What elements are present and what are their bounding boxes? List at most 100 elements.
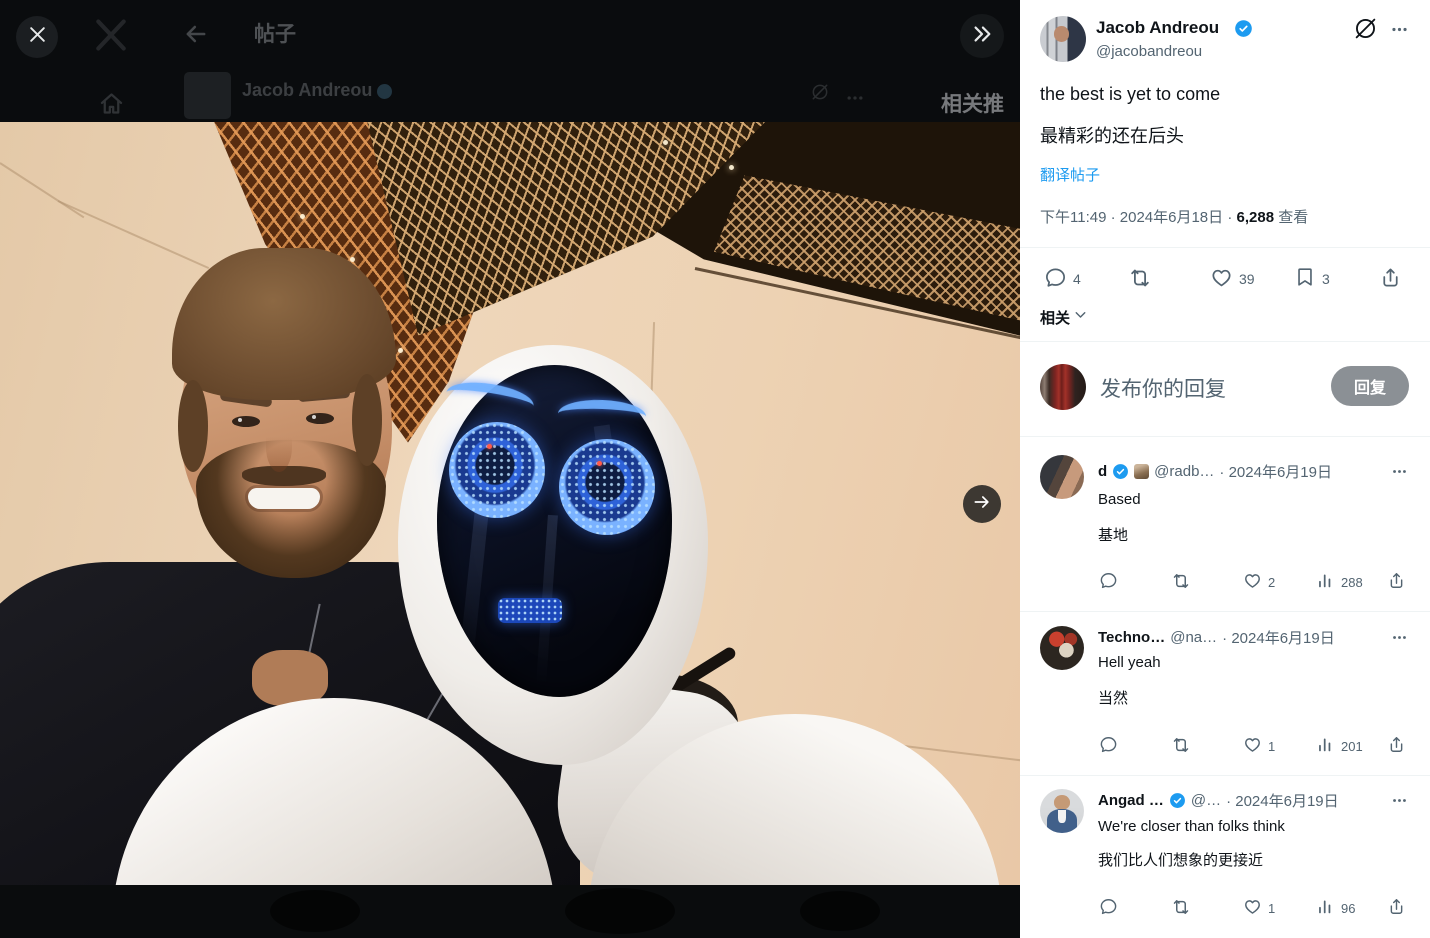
views-count: 6,288	[1236, 209, 1275, 226]
man-neck	[252, 650, 328, 706]
comment-text-en: Hell yeah	[1098, 654, 1161, 671]
comment-like-button[interactable]: 1	[1243, 897, 1275, 919]
comment-header: d @radb… · 2024年6月19日	[1098, 461, 1332, 482]
comment-views[interactable]: 96	[1316, 897, 1355, 919]
dim-more-icon	[845, 88, 865, 113]
comment-like-button[interactable]: 1	[1243, 735, 1275, 757]
page-title: 帖子	[254, 23, 296, 46]
comment-share-button[interactable]	[1387, 897, 1406, 919]
comment-like-count: 1	[1268, 738, 1276, 754]
reply-button[interactable]: 4	[1044, 266, 1081, 292]
dim-author-avatar	[184, 72, 231, 119]
comment-author-handle[interactable]: @…	[1191, 792, 1221, 809]
repost-button[interactable]	[1128, 266, 1152, 293]
comment-author-handle[interactable]: @na…	[1170, 629, 1217, 646]
share-icon	[1387, 897, 1406, 919]
comment-repost-button[interactable]	[1171, 735, 1191, 758]
reply-count: 4	[1073, 271, 1081, 287]
comment-share-button[interactable]	[1387, 571, 1406, 593]
comment-author-name[interactable]: Techno…	[1098, 629, 1165, 646]
like-count: 39	[1239, 271, 1255, 287]
comment-views[interactable]: 288	[1316, 571, 1363, 593]
translate-post-link[interactable]: 翻译帖子	[1040, 164, 1100, 185]
bookmark-button[interactable]: 3	[1294, 266, 1330, 291]
comment-views[interactable]: 201	[1316, 735, 1363, 757]
reply-input[interactable]: 发布你的回复	[1100, 373, 1226, 403]
comment-repost-button[interactable]	[1171, 571, 1191, 594]
bookmark-count: 3	[1322, 270, 1330, 287]
author-handle[interactable]: @jacobandreou	[1096, 43, 1202, 60]
wall-seam	[57, 200, 210, 270]
analytics-icon	[1316, 571, 1335, 593]
comment-text-en: We're closer than folks think	[1098, 818, 1285, 835]
like-button[interactable]: 39	[1210, 266, 1255, 292]
post-text-en: the best is yet to come	[1040, 84, 1221, 104]
dim-related-heading: 相关推	[941, 93, 1004, 116]
author-name[interactable]: Jacob Andreou	[1096, 18, 1219, 38]
heart-icon	[1243, 571, 1262, 593]
related-dropdown[interactable]: 相关	[1040, 306, 1089, 328]
comment-view-count: 288	[1341, 574, 1363, 590]
man-beard	[196, 440, 386, 578]
analytics-icon	[1316, 735, 1335, 757]
related-label: 相关	[1040, 309, 1071, 327]
lightbox-left-pane: 帖子 Jacob Andreou 相关推	[0, 0, 1020, 938]
share-button[interactable]	[1379, 266, 1402, 292]
analytics-icon	[1316, 897, 1335, 919]
author-avatar[interactable]	[1040, 16, 1086, 62]
comment-like-button[interactable]: 2	[1243, 571, 1275, 593]
comment-more-icon[interactable]	[1391, 792, 1408, 814]
post-lightbox-page: 帖子 Jacob Andreou 相关推 Jacob Andreou @jaco…	[0, 0, 1430, 938]
affiliate-badge-icon	[1134, 464, 1150, 479]
repost-icon	[1171, 571, 1191, 594]
share-icon	[1379, 266, 1402, 292]
comment-avatar[interactable]	[1040, 626, 1084, 670]
comment-header: Angad … @… · 2024年6月19日	[1098, 790, 1339, 811]
comment-like-count: 1	[1268, 900, 1276, 916]
comment-share-button[interactable]	[1387, 735, 1406, 757]
my-avatar	[1040, 364, 1086, 410]
man-eye	[306, 413, 334, 424]
post-more-icon[interactable]	[1390, 20, 1409, 44]
comment-author-name[interactable]: d	[1098, 463, 1107, 480]
close-lightbox-button[interactable]	[16, 16, 58, 58]
post-detail-panel: Jacob Andreou @jacobandreou the best is …	[1020, 0, 1430, 938]
comment-author-handle[interactable]: @radb…	[1154, 463, 1214, 480]
next-image-button[interactable]	[963, 485, 1001, 523]
man-sideburn	[352, 374, 382, 466]
reply-icon	[1044, 266, 1067, 292]
man-smile	[248, 488, 320, 509]
comment-date: · 2024年6月19日	[1226, 793, 1339, 810]
dim-grok-icon	[810, 82, 830, 107]
comment-author-name[interactable]: Angad …	[1098, 792, 1164, 809]
repost-icon	[1171, 897, 1191, 920]
x-logo-icon	[92, 16, 130, 59]
comment-like-count: 2	[1268, 574, 1276, 590]
comment-date: · 2024年6月19日	[1219, 464, 1332, 481]
comment-text-zh: 我们比人们想象的更接近	[1098, 852, 1264, 869]
post-text-zh: 最精彩的还在后头	[1040, 126, 1184, 146]
comment-reply-button[interactable]	[1099, 897, 1118, 919]
comment-reply-button[interactable]	[1099, 571, 1118, 593]
comment-more-icon[interactable]	[1391, 629, 1408, 651]
comment-text-zh: 基地	[1098, 527, 1129, 544]
robot-eye	[559, 439, 655, 535]
views-label: 查看	[1278, 209, 1309, 226]
heart-icon	[1243, 897, 1262, 919]
grok-icon[interactable]	[1353, 16, 1378, 46]
comment-more-icon[interactable]	[1391, 463, 1408, 485]
repost-icon	[1171, 735, 1191, 758]
reply-submit-button[interactable]: 回复	[1331, 366, 1409, 406]
back-arrow-icon	[182, 20, 210, 53]
post-photo[interactable]	[0, 122, 1020, 885]
comment-avatar[interactable]	[1040, 789, 1084, 833]
comment-avatar[interactable]	[1040, 455, 1084, 499]
collapse-panel-button[interactable]	[960, 14, 1004, 58]
comment-date: · 2024年6月19日	[1222, 630, 1335, 647]
comment-repost-button[interactable]	[1171, 897, 1191, 920]
comment-reply-button[interactable]	[1099, 735, 1118, 757]
repost-icon	[1128, 266, 1152, 293]
comment-text-en: Based	[1098, 491, 1141, 508]
double-chevron-right-icon	[971, 23, 993, 50]
divider	[1020, 436, 1430, 437]
